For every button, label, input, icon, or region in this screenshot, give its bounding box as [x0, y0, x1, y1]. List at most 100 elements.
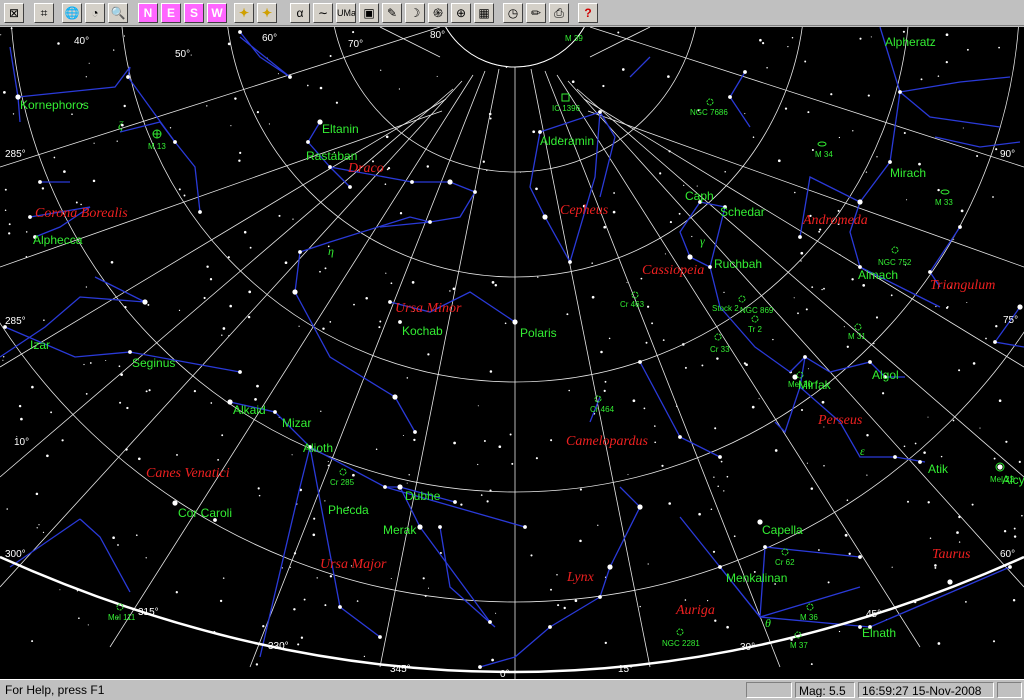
star-marker[interactable] [126, 75, 130, 79]
star-marker[interactable] [542, 214, 548, 220]
star-marker[interactable] [273, 410, 277, 414]
star-marker[interactable] [338, 605, 342, 609]
background-star [823, 287, 825, 290]
star-marker[interactable] [413, 430, 417, 434]
boundaries-icon[interactable]: ▣ [359, 3, 379, 23]
star-marker[interactable] [718, 565, 722, 569]
star-marker[interactable] [198, 210, 202, 214]
planet-icon[interactable]: ☽ [405, 3, 425, 23]
star-marker[interactable] [803, 355, 807, 359]
star-marker[interactable] [38, 180, 42, 184]
star-marker[interactable] [888, 160, 892, 164]
star-marker[interactable] [438, 525, 442, 529]
compass-icon[interactable]: ◔ [85, 3, 105, 23]
star-marker[interactable] [928, 270, 932, 274]
background-star [42, 531, 45, 534]
star-label: Merak [383, 523, 417, 537]
star-marker[interactable] [893, 455, 897, 459]
star-marker[interactable] [523, 525, 527, 529]
clock-icon[interactable]: ◷ [503, 3, 523, 23]
star-marker[interactable] [638, 360, 642, 364]
alpha-icon[interactable]: α [290, 3, 310, 23]
telescope-icon[interactable]: ✎ [382, 3, 402, 23]
star-marker[interactable] [238, 370, 242, 374]
background-star [203, 296, 206, 300]
star-marker[interactable] [428, 220, 432, 224]
star-marker[interactable] [306, 140, 310, 144]
star-marker[interactable] [1017, 304, 1023, 310]
star-marker[interactable] [447, 179, 453, 185]
star-marker[interactable] [478, 665, 482, 669]
star-marker[interactable] [298, 250, 302, 254]
magnifier-icon[interactable]: 🔍 [108, 3, 128, 23]
background-star [710, 508, 713, 511]
star-marker[interactable] [238, 30, 242, 34]
star-marker[interactable] [997, 464, 1003, 470]
star-marker[interactable] [868, 360, 872, 364]
star-marker[interactable] [858, 555, 862, 559]
star-marker[interactable] [142, 299, 148, 305]
star-marker[interactable] [378, 635, 382, 639]
star-marker[interactable] [227, 399, 233, 405]
star-marker[interactable] [288, 75, 292, 79]
star-marker[interactable] [397, 484, 403, 490]
star-marker[interactable] [958, 225, 962, 229]
star-marker[interactable] [292, 289, 298, 295]
star-label: Phecda [328, 503, 369, 517]
globe-icon[interactable]: 🌐 [62, 3, 82, 23]
star-marker[interactable] [598, 110, 602, 114]
star-marker[interactable] [383, 485, 387, 489]
star-marker[interactable] [173, 140, 177, 144]
star-marker[interactable] [687, 254, 693, 260]
star-marker[interactable] [473, 190, 477, 194]
star-marker[interactable] [763, 545, 767, 549]
star-marker[interactable] [410, 180, 414, 184]
star-marker[interactable] [392, 394, 398, 400]
zoom-frame-icon[interactable]: ⌗ [34, 3, 54, 23]
star-marker[interactable] [798, 235, 802, 239]
help-icon[interactable]: ? [578, 3, 598, 23]
star-marker[interactable] [598, 595, 602, 599]
star-marker[interactable] [172, 500, 178, 506]
star-marker[interactable] [607, 564, 613, 570]
star-marker[interactable] [678, 435, 682, 439]
star-marker[interactable] [718, 455, 722, 459]
grid-globe-icon[interactable]: ⊕ [451, 3, 471, 23]
star-marker[interactable] [918, 460, 922, 464]
zoom-fit-icon[interactable]: ⊠ [4, 3, 24, 23]
constellation-lines-icon[interactable]: ∼ [313, 3, 333, 23]
star-marker[interactable] [947, 579, 953, 585]
star-marker[interactable] [743, 70, 747, 74]
star-marker[interactable] [417, 524, 423, 530]
south-button[interactable]: S [184, 3, 204, 23]
star-marker[interactable] [993, 340, 997, 344]
grid-icon[interactable]: ▦ [474, 3, 494, 23]
star-marker[interactable] [453, 500, 457, 504]
galaxy-icon[interactable]: ֍ [428, 3, 448, 23]
star-marker[interactable] [328, 165, 332, 169]
star-marker[interactable] [388, 300, 392, 304]
star-marker[interactable] [28, 215, 32, 219]
zenith-icon[interactable]: ✦ [234, 3, 254, 23]
north-button[interactable]: N [138, 3, 158, 23]
horizon-icon[interactable]: ✦ [257, 3, 277, 23]
star-marker[interactable] [898, 90, 902, 94]
star-marker[interactable] [348, 185, 352, 189]
star-marker[interactable] [857, 199, 863, 205]
star-marker[interactable] [488, 620, 492, 624]
constellation-names-icon[interactable]: UMa [336, 3, 356, 23]
pencil-icon[interactable]: ✏ [526, 3, 546, 23]
star-marker[interactable] [708, 265, 712, 269]
star-marker[interactable] [728, 95, 732, 99]
star-marker[interactable] [548, 625, 552, 629]
print-icon[interactable]: ⎙ [549, 3, 569, 23]
star-marker[interactable] [637, 504, 643, 510]
star-marker[interactable] [512, 319, 518, 325]
background-star [800, 408, 804, 412]
star-marker[interactable] [1008, 565, 1012, 569]
west-button[interactable]: W [207, 3, 227, 23]
east-button[interactable]: E [161, 3, 181, 23]
star-marker[interactable] [128, 350, 132, 354]
sky-chart[interactable]: 40° 50° 60° 70° 80° 285° 10° 300° 315° 3… [0, 27, 1024, 679]
star-marker[interactable] [568, 260, 572, 264]
